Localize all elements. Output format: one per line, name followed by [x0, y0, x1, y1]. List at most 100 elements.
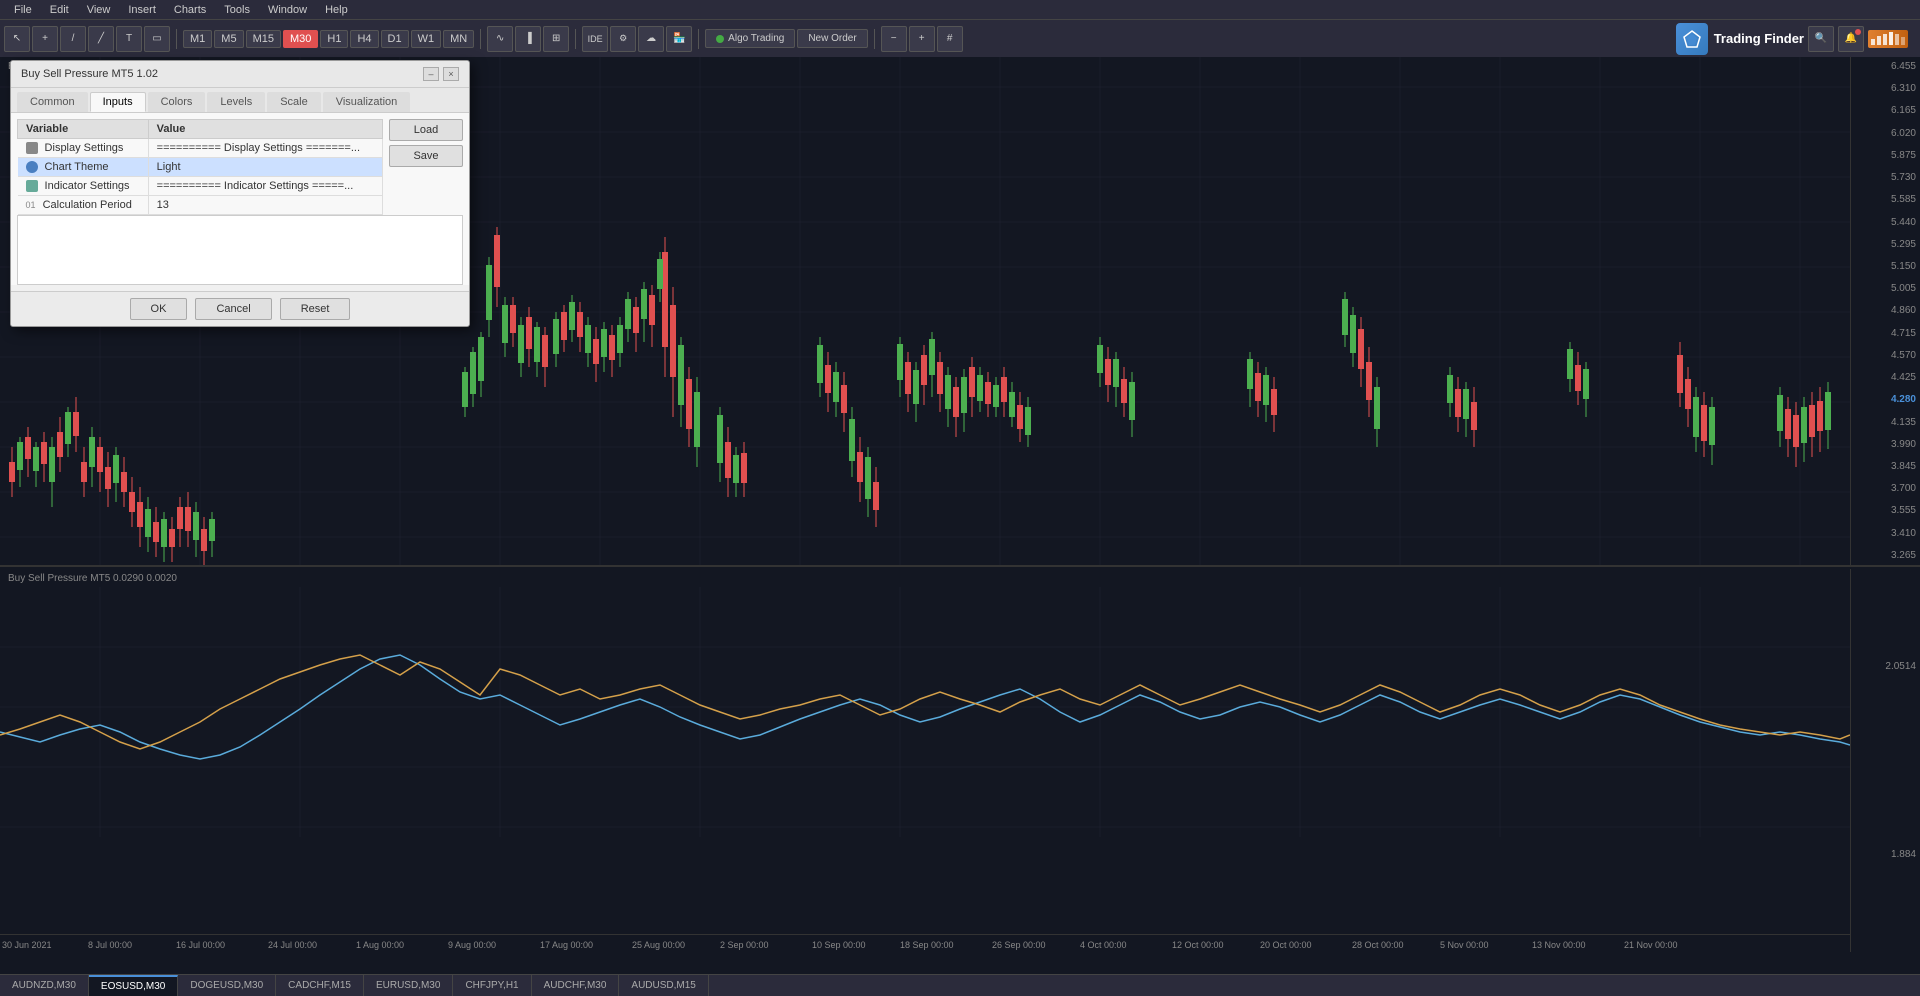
tab-scale[interactable]: Scale: [267, 92, 321, 112]
tf-m5[interactable]: M5: [214, 30, 243, 48]
cloud-btn[interactable]: ☁: [638, 26, 664, 52]
new-order-btn[interactable]: New Order: [797, 29, 867, 48]
brand-icon: [1676, 23, 1708, 55]
row-chart-theme[interactable]: Chart Theme Light: [18, 158, 383, 177]
price-6455: 6.455: [1855, 61, 1916, 72]
tab-audchf[interactable]: AUDCHF,M30: [532, 975, 620, 996]
reset-btn[interactable]: Reset: [280, 298, 351, 320]
top-toolbar: ↖ + / ╱ T ▭ M1 M5 M15 M30 H1 H4 D1 W1 MN…: [0, 20, 1920, 58]
price-5730: 5.730: [1855, 172, 1916, 183]
svg-text:12 Oct 00:00: 12 Oct 00:00: [1172, 940, 1224, 950]
menu-charts[interactable]: Charts: [166, 2, 214, 18]
menu-bar: File Edit View Insert Charts Tools Windo…: [0, 0, 1920, 20]
tab-eosusd[interactable]: EOSUSD,M30: [89, 975, 178, 996]
dialog-close-btn[interactable]: ×: [443, 67, 459, 81]
load-btn[interactable]: Load: [389, 119, 463, 141]
menu-edit[interactable]: Edit: [42, 2, 77, 18]
num-label: 01: [26, 200, 36, 210]
row-indicator-settings[interactable]: Indicator Settings ========== Indicator …: [18, 177, 383, 196]
notification-btn[interactable]: 🔔: [1838, 26, 1864, 52]
menu-help[interactable]: Help: [317, 2, 356, 18]
price-6020: 6.020: [1855, 128, 1916, 139]
tab-inputs[interactable]: Inputs: [90, 92, 146, 112]
col-variable: Variable: [18, 120, 149, 139]
menu-tools[interactable]: Tools: [216, 2, 258, 18]
price-4715: 4.715: [1855, 328, 1916, 339]
price-3555: 3.555: [1855, 505, 1916, 516]
row-display-settings[interactable]: Display Settings ========== Display Sett…: [18, 139, 383, 158]
tf-m1[interactable]: M1: [183, 30, 212, 48]
tab-common[interactable]: Common: [17, 92, 88, 112]
market-btn[interactable]: 🏪: [666, 26, 692, 52]
menu-file[interactable]: File: [6, 2, 40, 18]
price-3845: 3.845: [1855, 461, 1916, 472]
col-value: Value: [148, 120, 382, 139]
algo-trading-btn[interactable]: Algo Trading: [705, 29, 795, 48]
price-5150: 5.150: [1855, 261, 1916, 272]
tab-visualization[interactable]: Visualization: [323, 92, 411, 112]
menu-window[interactable]: Window: [260, 2, 315, 18]
svg-text:26 Sep 00:00: 26 Sep 00:00: [992, 940, 1046, 950]
tab-chfjpy[interactable]: CHFJPY,H1: [453, 975, 531, 996]
algo-trading-label: Algo Trading: [728, 33, 784, 44]
script-btn[interactable]: ⚙: [610, 26, 636, 52]
sep5: [874, 29, 875, 49]
grid-btn[interactable]: #: [937, 26, 963, 52]
save-btn[interactable]: Save: [389, 145, 463, 167]
sub-price-top: 2.0514: [1855, 661, 1916, 672]
menu-insert[interactable]: Insert: [120, 2, 164, 18]
cancel-btn[interactable]: Cancel: [195, 298, 271, 320]
menu-view[interactable]: View: [79, 2, 119, 18]
shapes-tool[interactable]: ▭: [144, 26, 170, 52]
search-btn[interactable]: 🔍: [1808, 26, 1834, 52]
trendline-tool[interactable]: ╱: [88, 26, 114, 52]
ide-btn[interactable]: IDE: [582, 26, 608, 52]
sub-price-scale: 2.0514 1.884: [1850, 569, 1920, 952]
text-tool[interactable]: T: [116, 26, 142, 52]
tab-eurusd[interactable]: EURUSD,M30: [364, 975, 453, 996]
tab-colors[interactable]: Colors: [148, 92, 206, 112]
tab-audusd[interactable]: AUDUSD,M15: [619, 975, 708, 996]
svg-text:18 Sep 00:00: 18 Sep 00:00: [900, 940, 954, 950]
tab-levels[interactable]: Levels: [207, 92, 265, 112]
price-4860: 4.860: [1855, 305, 1916, 316]
svg-text:30 Jun 2021: 30 Jun 2021: [2, 940, 52, 950]
price-4425: 4.425: [1855, 372, 1916, 383]
chart-type-bar[interactable]: ⊞: [543, 26, 569, 52]
price-3265: 3.265: [1855, 550, 1916, 561]
zoom-out-btn[interactable]: −: [881, 26, 907, 52]
val-display-settings: ========== Display Settings =======...: [148, 139, 382, 158]
tf-h1[interactable]: H1: [320, 30, 348, 48]
tf-d1[interactable]: D1: [381, 30, 409, 48]
price-scale: 6.455 6.310 6.165 6.020 5.875 5.730 5.58…: [1850, 57, 1920, 565]
svg-text:9 Aug 00:00: 9 Aug 00:00: [448, 940, 496, 950]
dialog-minimize-btn[interactable]: –: [423, 67, 439, 81]
svg-text:13 Nov 00:00: 13 Nov 00:00: [1532, 940, 1586, 950]
tf-m15[interactable]: M15: [246, 30, 281, 48]
chart-type-line[interactable]: ∿: [487, 26, 513, 52]
ok-btn[interactable]: OK: [130, 298, 188, 320]
svg-text:10 Sep 00:00: 10 Sep 00:00: [812, 940, 866, 950]
val-chart-theme: Light: [148, 158, 382, 177]
sub-chart[interactable]: Buy Sell Pressure MT5 0.0290 0.0020 2.05…: [0, 569, 1920, 952]
zoom-in-btn[interactable]: +: [909, 26, 935, 52]
cursor-tool[interactable]: ↖: [4, 26, 30, 52]
row-calc-period[interactable]: 01 Calculation Period 13: [18, 196, 383, 215]
var-calc-period: 01 Calculation Period: [18, 196, 149, 215]
svg-text:1 Aug 00:00: 1 Aug 00:00: [356, 940, 404, 950]
tf-w1[interactable]: W1: [411, 30, 442, 48]
svg-text:4 Oct 00:00: 4 Oct 00:00: [1080, 940, 1127, 950]
chart-type-candle[interactable]: ▐: [515, 26, 541, 52]
tf-h4[interactable]: H4: [350, 30, 378, 48]
svg-text:24 Jul 00:00: 24 Jul 00:00: [268, 940, 317, 950]
dialog-title: Buy Sell Pressure MT5 1.02: [21, 68, 158, 80]
tf-mn[interactable]: MN: [443, 30, 474, 48]
crosshair-tool[interactable]: +: [32, 26, 58, 52]
line-tool[interactable]: /: [60, 26, 86, 52]
tab-cadchf[interactable]: CADCHF,M15: [276, 975, 364, 996]
tab-dogeusd[interactable]: DOGEUSD,M30: [178, 975, 276, 996]
tf-m30[interactable]: M30: [283, 30, 318, 48]
price-3410: 3.410: [1855, 528, 1916, 539]
sub-price-bottom: 1.884: [1855, 849, 1916, 860]
tab-audnzd[interactable]: AUDNZD,M30: [0, 975, 89, 996]
